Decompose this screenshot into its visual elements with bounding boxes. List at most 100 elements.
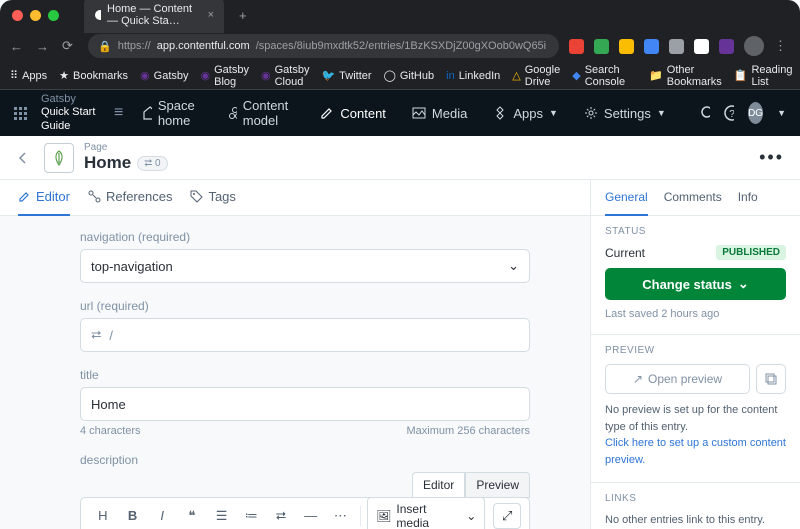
- insert-media-button[interactable]: 🖼Insert media⌄: [367, 497, 485, 529]
- forward-icon[interactable]: →: [36, 39, 52, 54]
- side-tab-general[interactable]: General: [605, 180, 648, 216]
- nav-content-model[interactable]: Content model: [222, 98, 300, 128]
- quote-button[interactable]: ❝: [178, 503, 206, 529]
- lock-icon: 🔒: [98, 40, 112, 53]
- new-tab-button[interactable]: +: [239, 8, 247, 23]
- change-status-button[interactable]: Change status⌄: [605, 268, 786, 300]
- app-switcher-icon[interactable]: [14, 107, 27, 120]
- bookmark-item[interactable]: 📋 Reading List: [734, 64, 793, 88]
- title-field-label: title: [80, 368, 530, 382]
- bookmark-item[interactable]: 🐦 Twitter: [321, 69, 371, 82]
- extension-icon[interactable]: [644, 39, 659, 54]
- preview-setup-link[interactable]: Click here to set up a custom content pr…: [605, 435, 786, 468]
- desc-preview-tab[interactable]: Preview: [465, 472, 530, 498]
- extension-icon[interactable]: [669, 39, 684, 54]
- url-input[interactable]: ⮂/: [80, 318, 530, 352]
- more-format-button[interactable]: ⋯: [327, 503, 355, 529]
- tag-icon: [190, 190, 203, 203]
- bookmark-item[interactable]: in LinkedIn: [446, 70, 500, 82]
- search-icon[interactable]: [700, 105, 710, 121]
- nav-field-label: navigation (required): [80, 230, 530, 244]
- help-icon[interactable]: ?: [724, 105, 734, 121]
- reload-icon[interactable]: ⟳: [62, 38, 78, 54]
- link-count-badge[interactable]: ⮂ 0: [137, 156, 167, 171]
- hamburger-icon[interactable]: ≡: [114, 104, 123, 122]
- browser-tab[interactable]: Home — Content — Quick Sta… ×: [84, 0, 224, 33]
- status-heading: Status: [605, 226, 786, 237]
- nav-settings[interactable]: Settings ▼: [578, 106, 672, 121]
- close-window[interactable]: [12, 10, 23, 21]
- close-tab-icon[interactable]: ×: [208, 9, 214, 21]
- ul-button[interactable]: ☰: [208, 503, 236, 529]
- back-button[interactable]: [16, 151, 30, 165]
- nav-apps[interactable]: Apps ▼: [487, 106, 564, 121]
- extension-icon[interactable]: [719, 39, 734, 54]
- hr-button[interactable]: —: [297, 503, 325, 529]
- status-badge: PUBLISHED: [716, 245, 786, 260]
- desc-field-label: description: [80, 453, 530, 467]
- italic-button[interactable]: I: [148, 503, 176, 529]
- content-type-label: Page: [84, 142, 168, 153]
- bookmark-item[interactable]: △ Google Drive: [512, 64, 560, 88]
- tab-title: Home — Content — Quick Sta…: [107, 3, 202, 27]
- preview-heading: Preview: [605, 345, 786, 356]
- chevron-down-icon: ⌄: [466, 509, 476, 523]
- heading-button[interactable]: H: [89, 503, 117, 529]
- copy-preview-button[interactable]: [756, 364, 786, 394]
- preview-info: No preview is set up for the content typ…: [605, 402, 786, 435]
- content-type-icon: [44, 143, 74, 173]
- copy-icon: [765, 373, 777, 385]
- nav-dropdown[interactable]: top-navigation⌄: [80, 249, 530, 283]
- chevron-down-icon: ⌄: [508, 258, 519, 274]
- bookmark-item[interactable]: ◉ Gatsby: [140, 69, 188, 82]
- profile-avatar[interactable]: [744, 36, 764, 56]
- chrome-menu-icon[interactable]: ⋮: [774, 38, 790, 54]
- back-icon[interactable]: ←: [10, 39, 26, 54]
- tab-favicon: [94, 9, 101, 21]
- model-icon: [228, 106, 237, 120]
- char-count: 4 characters: [80, 425, 141, 437]
- open-preview-button[interactable]: ↗Open preview: [605, 364, 750, 394]
- refs-icon: [88, 190, 101, 203]
- address-bar[interactable]: 🔒 https://app.contentful.com/spaces/8iub…: [88, 34, 559, 58]
- bookmark-item[interactable]: 📁 Other Bookmarks: [649, 64, 722, 88]
- apps-bookmark[interactable]: ⠿ Apps: [10, 69, 47, 82]
- more-actions-icon[interactable]: •••: [759, 147, 784, 168]
- tab-references[interactable]: References: [88, 180, 172, 216]
- minimize-window[interactable]: [30, 10, 41, 21]
- bookmark-item[interactable]: ◆ Search Console: [572, 64, 625, 88]
- bookmark-item[interactable]: ◉ Gatsby Cloud: [261, 64, 309, 88]
- side-tab-info[interactable]: Info: [738, 180, 758, 216]
- nav-content[interactable]: Content: [314, 106, 392, 121]
- bookmark-item[interactable]: ★ Bookmarks: [59, 69, 128, 82]
- image-icon: 🖼: [376, 509, 391, 523]
- bold-button[interactable]: B: [119, 503, 147, 529]
- user-avatar[interactable]: DG: [748, 102, 763, 124]
- extension-icon[interactable]: [569, 39, 584, 54]
- bookmark-item[interactable]: ◉ Gatsby Blog: [201, 64, 249, 88]
- expand-button[interactable]: ⤢: [493, 503, 521, 529]
- extension-icon[interactable]: [619, 39, 634, 54]
- ol-button[interactable]: ≔: [237, 503, 265, 529]
- nav-media[interactable]: Media: [406, 106, 473, 121]
- link-button[interactable]: ⮂: [267, 503, 295, 529]
- edit-icon: [320, 106, 334, 120]
- url-field-label: url (required): [80, 299, 530, 313]
- media-icon: [412, 106, 426, 120]
- chevron-down-icon: ⌄: [738, 276, 749, 292]
- home-icon: [143, 106, 152, 120]
- tab-editor[interactable]: Editor: [18, 180, 70, 216]
- extension-icon[interactable]: [694, 39, 709, 54]
- tab-tags[interactable]: Tags: [190, 180, 235, 216]
- side-tab-comments[interactable]: Comments: [664, 180, 722, 216]
- nav-space-home[interactable]: Space home: [137, 98, 208, 128]
- desc-editor-tab[interactable]: Editor: [412, 472, 465, 498]
- external-icon: ↗: [633, 372, 643, 386]
- status-current-label: Current: [605, 246, 645, 260]
- space-name[interactable]: GatsbyQuick Start Guide: [41, 93, 96, 133]
- bookmark-item[interactable]: ◯ GitHub: [384, 69, 435, 82]
- extension-icon[interactable]: [594, 39, 609, 54]
- title-input[interactable]: Home: [80, 387, 530, 421]
- last-saved: Last saved 2 hours ago: [605, 308, 786, 320]
- maximize-window[interactable]: [48, 10, 59, 21]
